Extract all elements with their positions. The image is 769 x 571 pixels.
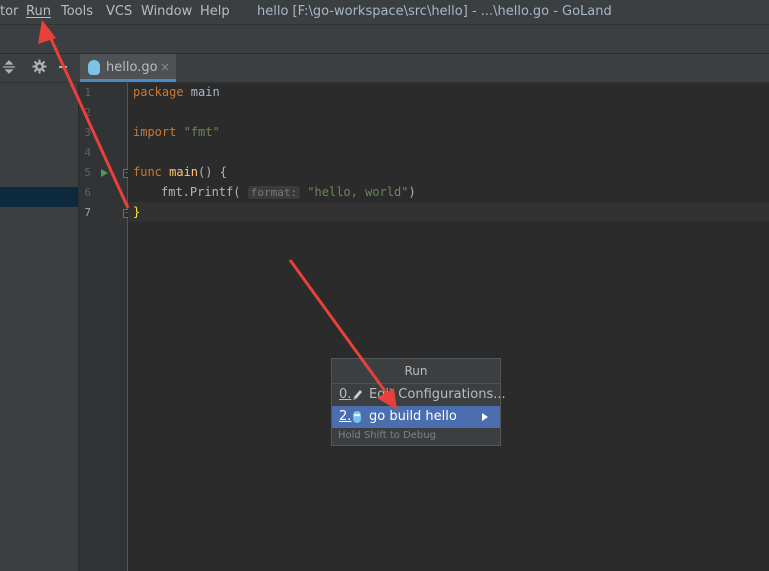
string-literal: "fmt" xyxy=(176,125,220,139)
hide-icon[interactable] xyxy=(58,60,68,78)
menu-run[interactable]: Run xyxy=(26,4,51,19)
collapse-icon[interactable] xyxy=(2,60,16,78)
pencil-icon xyxy=(351,388,363,402)
line-number: 3 xyxy=(84,126,91,139)
menu-help[interactable]: Help xyxy=(200,4,230,19)
selected-tree-row[interactable] xyxy=(0,187,78,207)
close-paren: ) xyxy=(408,185,416,199)
keyword: package xyxy=(133,85,184,99)
menu-tools[interactable]: Tools xyxy=(61,4,93,19)
menu-editor[interactable]: tor xyxy=(0,4,18,19)
line-number: 2 xyxy=(84,106,91,119)
popup-title: Run xyxy=(332,359,500,384)
keyword: import xyxy=(133,125,177,139)
code-editor[interactable] xyxy=(128,83,769,571)
code-line-3: import "fmt" xyxy=(133,125,220,139)
item-label: go build hello xyxy=(369,409,457,424)
line-number: 7 xyxy=(84,206,91,219)
gopher-icon xyxy=(351,410,363,424)
editor-tab-row: hello.go × xyxy=(0,54,769,83)
tab-hello-go[interactable]: hello.go × xyxy=(80,54,176,82)
menu-bar: tor Run Tools VCS Window Help hello [F:\… xyxy=(0,0,769,25)
mnemonic: 2. xyxy=(339,409,352,424)
mnemonic: 0. xyxy=(339,387,352,402)
gear-icon[interactable] xyxy=(32,59,47,78)
line-number: 6 xyxy=(84,186,91,199)
code-line-5: func main() { xyxy=(133,165,227,179)
menu-window[interactable]: Window xyxy=(141,4,192,19)
popup-footer: Hold Shift to Debug xyxy=(338,430,436,441)
call: fmt.Printf( xyxy=(161,185,241,199)
code-line-1: package main xyxy=(133,85,220,99)
window-title: hello [F:\go-workspace\src\hello] - ...\… xyxy=(257,4,612,19)
parameter-hint: format: xyxy=(247,186,301,199)
identifier: main xyxy=(183,85,220,99)
project-pane[interactable] xyxy=(0,83,79,571)
menu-vcs[interactable]: VCS xyxy=(106,4,132,19)
closing-brace: } xyxy=(133,205,141,219)
line-number: 1 xyxy=(84,86,91,99)
code-line-7: } xyxy=(133,205,140,219)
line-number: 4 xyxy=(84,146,91,159)
string-literal: "hello, world" xyxy=(300,185,409,199)
go-build-hello-item[interactable]: 2. go build hello xyxy=(332,406,500,428)
code-line-6: fmt.Printf( format: "hello, world") xyxy=(161,185,416,199)
line-number: 5 xyxy=(84,166,91,179)
signature: () { xyxy=(198,165,227,179)
close-icon[interactable]: × xyxy=(160,60,170,74)
edit-configurations-item[interactable]: 0. Edit Configurations... xyxy=(332,384,506,406)
item-label: Edit Configurations... xyxy=(369,387,506,402)
tab-label: hello.go xyxy=(106,60,158,75)
function-name: main xyxy=(161,165,199,179)
gopher-file-icon xyxy=(88,60,100,75)
keyword: func xyxy=(133,165,162,179)
submenu-arrow-icon xyxy=(482,413,488,421)
run-gutter-icon[interactable] xyxy=(101,169,108,177)
editor-gutter[interactable]: 1 2 3 4 5 6 7 − − xyxy=(79,83,132,571)
run-popup: Run 0. Edit Configurations... 2. go buil… xyxy=(331,358,506,446)
caret-line xyxy=(128,202,769,222)
navigation-toolbar xyxy=(0,25,769,54)
